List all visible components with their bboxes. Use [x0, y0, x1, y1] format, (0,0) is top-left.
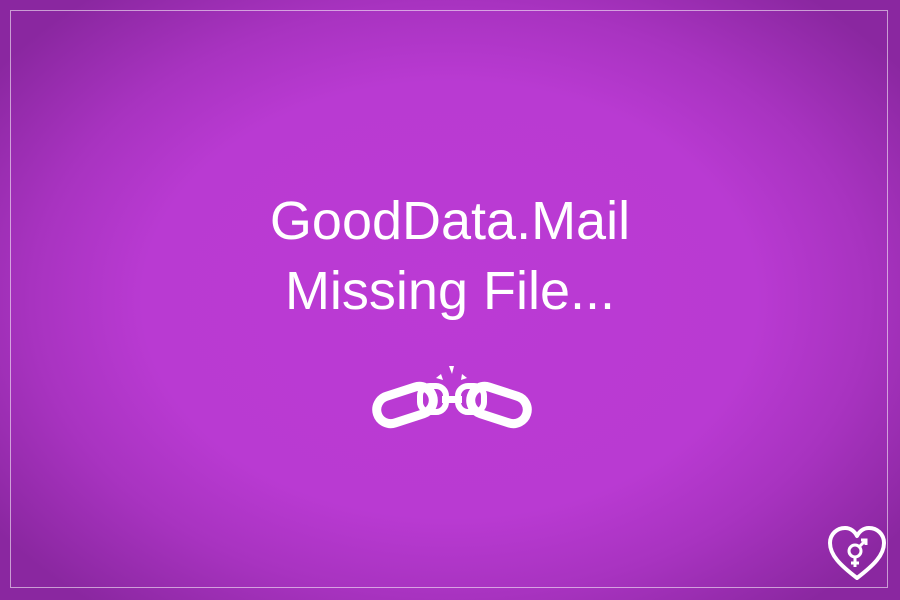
- error-message: GoodData.Mail Missing File...: [0, 186, 900, 326]
- heart-gender-icon: [828, 526, 886, 580]
- missing-file-page: GoodData.Mail Missing File...: [0, 0, 900, 600]
- error-subtitle: Missing File...: [284, 261, 616, 321]
- error-title: GoodData.Mail: [269, 191, 631, 251]
- broken-link-icon: [372, 366, 532, 429]
